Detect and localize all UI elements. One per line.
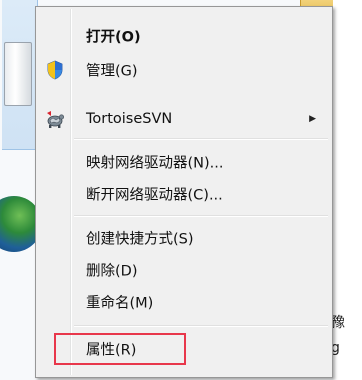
menu-item-label: 删除(D): [86, 263, 138, 280]
background-text-fragment: 豫: [331, 315, 345, 331]
menu-item-label: 打开(O): [86, 29, 141, 46]
menu-item-label: 管理(G): [86, 63, 138, 80]
menu-item-map-network-drive[interactable]: 映射网络驱动器(N)...: [38, 147, 330, 177]
menu-item-label: TortoiseSVN: [86, 111, 173, 127]
menu-item-label: 映射网络驱动器(N)...: [86, 155, 224, 172]
tortoisesvn-icon: [45, 109, 65, 129]
menu-separator: [74, 138, 328, 140]
properties-highlight-box: [54, 333, 186, 365]
context-menu: 打开(O) 管理(G) TortoiseSVN ▶ 映射网络驱动器(N)... …: [35, 6, 333, 378]
menu-item-open[interactable]: 打开(O): [38, 21, 330, 51]
menu-item-label: 创建快捷方式(S): [86, 231, 194, 248]
uac-shield-icon: [45, 60, 65, 80]
menu-item-delete[interactable]: 删除(D): [38, 255, 330, 285]
submenu-arrow-icon: ▶: [309, 114, 316, 124]
menu-item-label: 断开网络驱动器(C)...: [86, 187, 223, 204]
menu-item-create-shortcut[interactable]: 创建快捷方式(S): [38, 223, 330, 253]
menu-item-label: 重命名(M): [86, 295, 154, 312]
menu-separator: [74, 215, 328, 217]
menu-item-rename[interactable]: 重命名(M): [38, 287, 330, 317]
menu-separator: [74, 325, 328, 327]
drive-icon: [4, 42, 32, 106]
menu-item-disconnect-network-drive[interactable]: 断开网络驱动器(C)...: [38, 179, 330, 209]
menu-item-manage[interactable]: 管理(G): [38, 55, 330, 85]
menu-item-tortoisesvn[interactable]: TortoiseSVN ▶: [38, 104, 330, 134]
